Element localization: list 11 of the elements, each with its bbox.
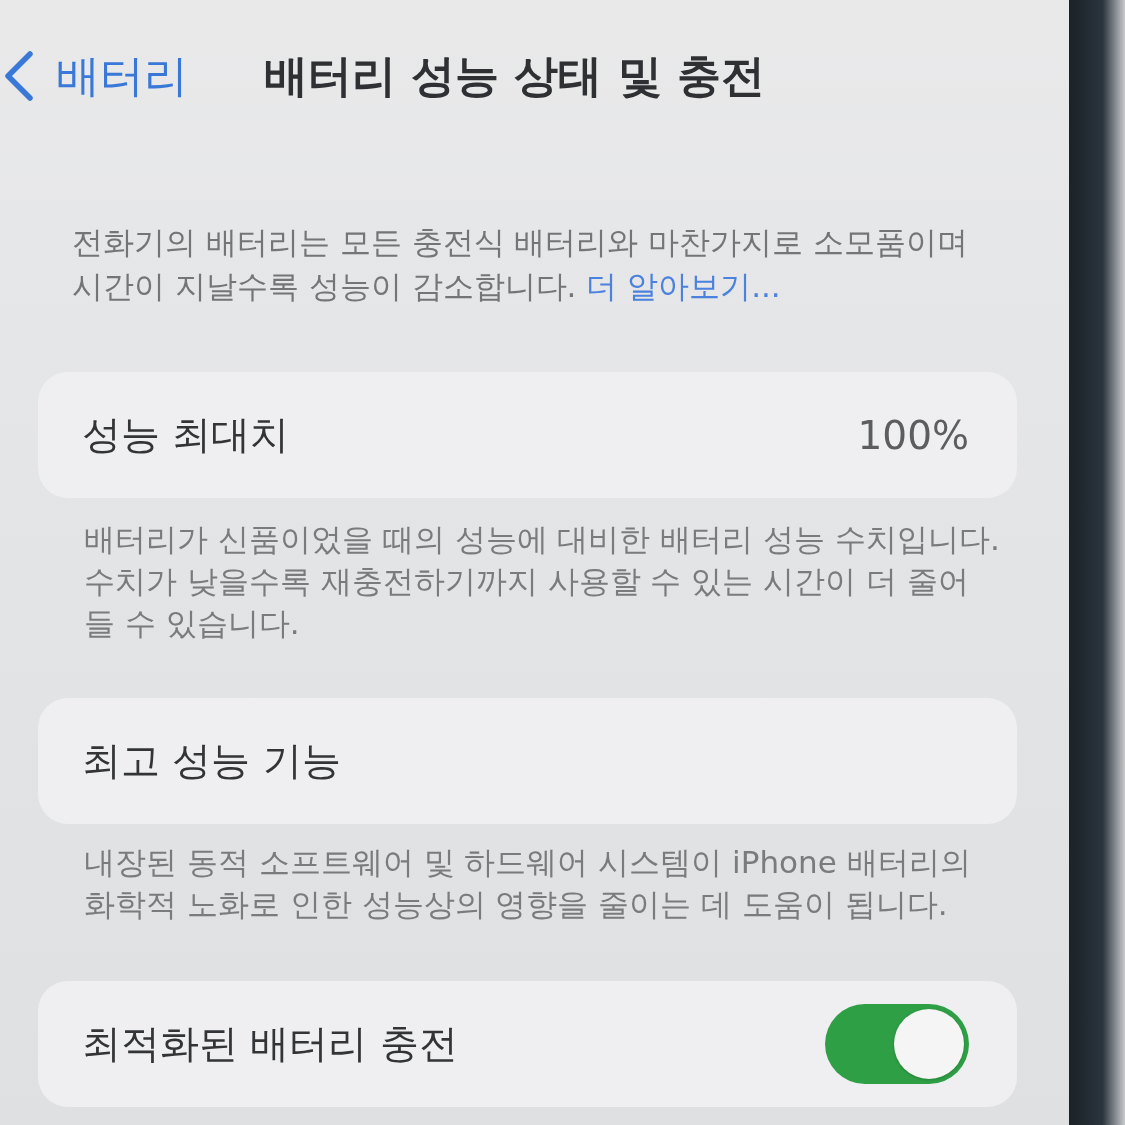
learn-more-link[interactable]: 더 알아보기...	[586, 268, 781, 304]
intro-text: 전화기의 배터리는 모든 충전식 배터리와 마찬가지로 소모품이며 시간이 지날수록 성능이 감소합니다. 더 알아보기...	[72, 223, 970, 306]
section-footer-text: 내장된 동적 소프트웨어 및 하드웨어 시스템이 iPhone 배터리의 화학적 노화로 인한 성능상의 영향을 줄이는 데 도움이 됩니다.	[84, 843, 972, 924]
row-label: 최고 성능 기능	[82, 737, 341, 785]
chevron-left-icon	[4, 51, 34, 101]
row-label: 성능 최대치	[82, 411, 290, 459]
row-label: 최적화된 배터리 충전	[82, 1020, 458, 1068]
back-button[interactable]: 배터리	[0, 46, 188, 106]
value-text: 100%	[857, 412, 969, 458]
page-title: 배터리 성능 상태 및 충전	[263, 48, 766, 103]
section-footer-text: 배터리가 신품이었을 때의 성능에 대비한 배터리 성능 수치입니다. 수치가 낮을수록 재충전하기까지 사용할 수 있는 시간이 더 줄어 들 수 있습니다.	[84, 520, 1001, 643]
